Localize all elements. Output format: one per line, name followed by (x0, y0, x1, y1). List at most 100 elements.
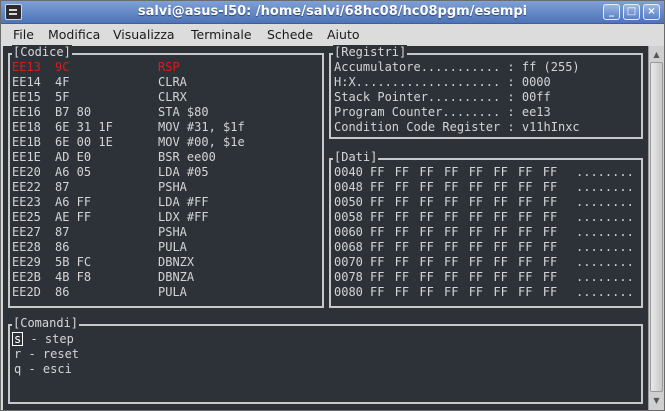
menu-schede[interactable]: Schede (267, 27, 313, 42)
memory-ascii: ........ (576, 210, 634, 224)
code-bytes: A6 05 (55, 165, 92, 179)
register-label: Condition Code Register : (334, 120, 522, 134)
code-instruction: PULA (158, 285, 187, 299)
close-button[interactable]: × (643, 4, 660, 20)
dati-panel: [Dati] 0040 FF FF FF FF FF FF FF FF......… (329, 150, 643, 308)
command-description: - esci (21, 362, 72, 376)
code-line: EE14 4F CLRA (12, 75, 322, 90)
code-instruction: STA $80 (158, 105, 209, 119)
code-bytes: 6E 31 1F (55, 120, 113, 134)
codice-panel: [Codice] EE13 9C RSP EE14 4F CLRA EE15 5F CLRX EE… (8, 45, 324, 308)
memory-bytes: FF FF FF FF FF FF FF FF (370, 225, 558, 239)
memory-bytes: FF FF FF FF FF FF FF FF (370, 195, 558, 209)
codice-panel-title: [Codice] (12, 45, 72, 59)
code-line: EE1E AD E0 BSR ee00 (12, 150, 322, 165)
code-line: EE20 A6 05 LDA #05 (12, 165, 322, 180)
command-description: - step (23, 332, 74, 346)
code-address: EE16 (12, 105, 41, 119)
code-bytes: AE FF (55, 210, 92, 224)
register-label: H:X.................... : (334, 75, 522, 89)
code-line: EE27 87 PSHA (12, 225, 322, 240)
maximize-button[interactable]: □ (623, 4, 640, 20)
code-instruction: LDX #FF (158, 210, 209, 224)
menu-visualizza[interactable]: Visualizza (113, 27, 175, 42)
memory-address: 0070 (334, 255, 363, 269)
code-line: EE13 9C RSP (12, 60, 322, 75)
register-row: H:X.................... : 0000 (334, 75, 551, 90)
code-line: EE2D 86 PULA (12, 285, 322, 300)
code-line: EE2B 4B F8 DBNZA (12, 270, 322, 285)
code-bytes: B7 80 (55, 105, 92, 119)
register-value: ff (255) (521, 60, 580, 74)
registri-panel-title: [Registri] (333, 45, 408, 59)
scroll-down-arrow-icon[interactable]: ▼ (650, 394, 663, 407)
code-address: EE25 (12, 210, 41, 224)
scroll-thumb[interactable] (650, 62, 663, 392)
code-bytes: 87 (55, 180, 70, 194)
menu-terminale[interactable]: Terminale (191, 27, 252, 42)
menu-aiuto[interactable]: Aiuto (327, 27, 360, 42)
register-value: v11hInxc (521, 120, 580, 134)
register-row: Program Counter........ : ee13 (334, 105, 551, 120)
code-bytes: 5F (55, 90, 70, 104)
vertical-scrollbar[interactable]: ▲ ▼ (648, 46, 664, 410)
registri-panel: [Registri] Accumulatore........... : ff … (329, 45, 643, 139)
window-title: salvi@asus-l50: /home/salvi/68hc08/hc08p… (137, 4, 528, 19)
memory-bytes: FF FF FF FF FF FF FF FF (370, 255, 558, 269)
code-bytes: 9C (55, 60, 70, 74)
memory-ascii: ........ (576, 270, 634, 284)
code-bytes: 4B F8 (55, 270, 92, 284)
code-address: EE14 (12, 75, 41, 89)
code-instruction: RSP (158, 60, 180, 74)
code-line: EE23 A6 FF LDA #FF (12, 195, 322, 210)
code-address: EE2B (12, 270, 41, 284)
comandi-panel-title: [Comandi] (12, 316, 80, 330)
code-instruction: LDA #FF (158, 195, 209, 209)
code-line: EE25 AE FF LDX #FF (12, 210, 322, 225)
code-address: EE29 (12, 255, 41, 269)
memory-address: 0060 (334, 225, 363, 239)
code-address: EE15 (12, 90, 41, 104)
memory-bytes: FF FF FF FF FF FF FF FF (370, 165, 558, 179)
register-label: Stack Pointer.......... : (334, 90, 522, 104)
code-address: EE1E (12, 150, 41, 164)
title-bar[interactable]: salvi@asus-l50: /home/salvi/68hc08/hc08p… (1, 1, 664, 24)
code-line: EE1B 6E 00 1E MOV #00, $1e (12, 135, 322, 150)
memory-ascii: ........ (576, 180, 634, 194)
code-instruction: LDA #05 (158, 165, 209, 179)
command-item: q - esci (14, 362, 72, 377)
code-line: EE18 6E 31 1F MOV #31, $1f (12, 120, 322, 135)
memory-address: 0040 (334, 165, 363, 179)
code-address: EE27 (12, 225, 41, 239)
dati-panel-title: [Dati] (333, 150, 379, 164)
code-bytes: 6E 00 1E (55, 135, 113, 149)
memory-address: 0050 (334, 195, 363, 209)
code-address: EE23 (12, 195, 41, 209)
memory-bytes: FF FF FF FF FF FF FF FF (370, 285, 558, 299)
terminal-area[interactable]: [Codice] EE13 9C RSP EE14 4F CLRA EE15 5F CLRX EE… (3, 45, 648, 410)
command-key-cursor: s (12, 332, 24, 346)
register-label: Program Counter........ : (334, 105, 522, 119)
memory-row: 0050 FF FF FF FF FF FF FF FF........ (334, 195, 640, 210)
code-instruction: PSHA (158, 180, 187, 194)
scroll-up-arrow-icon[interactable]: ▲ (650, 48, 663, 61)
code-instruction: DBNZX (158, 255, 195, 269)
code-address: EE18 (12, 120, 41, 134)
register-row: Accumulatore........... : ff (255) (334, 60, 580, 75)
menu-modifica[interactable]: Modifica (48, 27, 100, 42)
memory-row: 0068 FF FF FF FF FF FF FF FF........ (334, 240, 640, 255)
code-instruction: PULA (158, 240, 187, 254)
code-bytes: 4F (55, 75, 70, 89)
memory-address: 0078 (334, 270, 363, 284)
memory-ascii: ........ (576, 165, 634, 179)
code-instruction: DBNZA (158, 270, 195, 284)
memory-address: 0080 (334, 285, 363, 299)
code-instruction: BSR ee00 (158, 150, 216, 164)
code-address: EE20 (12, 165, 41, 179)
menu-file[interactable]: File (13, 27, 34, 42)
register-label: Accumulatore........... : (334, 60, 522, 74)
code-instruction: PSHA (158, 225, 187, 239)
minimize-button[interactable]: _ (603, 4, 620, 20)
memory-row: 0080 FF FF FF FF FF FF FF FF........ (334, 285, 640, 300)
memory-ascii: ........ (576, 285, 634, 299)
